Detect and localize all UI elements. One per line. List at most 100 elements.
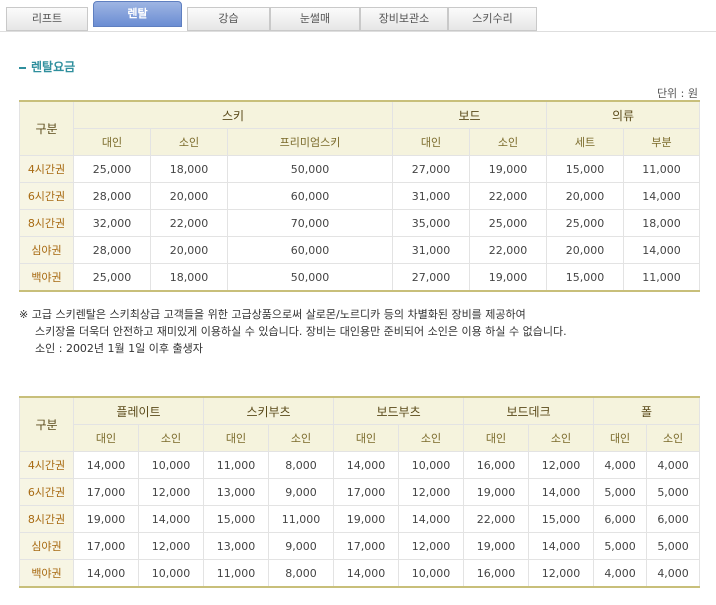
price-cell: 27,000 — [392, 263, 471, 292]
price-cell: 50,000 — [226, 263, 394, 292]
price-cell: 22,000 — [463, 505, 530, 533]
row-label: 6시간권 — [19, 182, 74, 210]
price-cell: 19,000 — [73, 505, 139, 533]
price-cell: 14,000 — [528, 478, 595, 506]
tab-sled[interactable]: 눈썰매 — [270, 7, 360, 31]
subheader-cell: 대인 — [73, 424, 139, 452]
price-cell: 15,000 — [546, 263, 625, 292]
price-cell: 13,000 — [203, 532, 270, 560]
price-cell: 10,000 — [137, 451, 205, 479]
price-cell: 22,000 — [150, 209, 228, 237]
rental-notes: ※ 고급 스키렌탈은 스키최상급 고객들을 위한 고급상품으로써 살로몬/노르디… — [19, 306, 699, 357]
price-cell: 22,000 — [469, 182, 548, 210]
price-cell: 14,000 — [333, 451, 400, 479]
price-cell: 25,000 — [73, 263, 151, 292]
price-cell: 12,000 — [137, 532, 205, 560]
subheader-cell: 대인 — [593, 424, 648, 452]
row-label: 8시간권 — [19, 505, 74, 533]
price-cell: 5,000 — [646, 532, 701, 560]
table-row: 심야권 28,000 20,000 60,000 31,000 22,000 20,000 1… — [19, 236, 701, 264]
price-cell: 60,000 — [226, 182, 394, 210]
subheader-cell: 소인 — [137, 424, 205, 452]
price-cell: 20,000 — [150, 182, 228, 210]
price-cell: 16,000 — [463, 451, 530, 479]
group-header: 보드부츠 — [333, 396, 465, 425]
table-row: 6시간권 28,000 20,000 60,000 31,000 22,000 20,000… — [19, 182, 701, 210]
tab-rental[interactable]: 렌탈 — [93, 1, 182, 27]
group-header: 보드 — [392, 100, 548, 129]
table-corner: 구분 — [19, 396, 74, 452]
price-cell: 17,000 — [333, 532, 400, 560]
price-cell: 25,000 — [73, 155, 151, 183]
subheader-cell: 대인 — [73, 128, 151, 156]
price-cell: 14,000 — [623, 236, 701, 264]
price-cell: 35,000 — [392, 209, 471, 237]
price-cell: 4,000 — [593, 451, 648, 479]
row-label: 백야권 — [19, 559, 74, 588]
table-row: 8시간권 19,000 14,000 15,000 11,000 19,000 14,000… — [19, 505, 701, 533]
subheader-cell: 소인 — [469, 128, 548, 156]
price-cell: 10,000 — [398, 559, 465, 588]
price-cell: 14,000 — [623, 182, 701, 210]
tab-underline — [0, 31, 716, 32]
price-cell: 17,000 — [73, 478, 139, 506]
subheader-cell: 부분 — [623, 128, 701, 156]
price-cell: 17,000 — [73, 532, 139, 560]
price-cell: 15,000 — [203, 505, 270, 533]
tab-lift[interactable]: 리프트 — [6, 7, 88, 31]
equipment-price-table: 구분 플레이트 스키부츠 보드부츠 보드데크 폴 대인 소인 대인 소인 대인 소인 대인 소… — [19, 396, 701, 588]
unit-label: 단위 : 원 — [656, 87, 698, 100]
price-cell: 17,000 — [333, 478, 400, 506]
price-cell: 11,000 — [203, 451, 270, 479]
subheader-cell: 소인 — [150, 128, 228, 156]
price-cell: 28,000 — [73, 182, 151, 210]
rental-price-table: 구분 스키 보드 의류 대인 소인 프리미엄스키 대인 소인 세트 부분 4시간권 25,00… — [19, 100, 701, 292]
tab-equipment-storage[interactable]: 장비보관소 — [360, 7, 448, 31]
price-cell: 20,000 — [546, 182, 625, 210]
subheader-cell: 소인 — [268, 424, 335, 452]
price-cell: 19,000 — [469, 155, 548, 183]
subheader-cell: 프리미엄스키 — [226, 128, 394, 156]
subheader-cell: 소인 — [646, 424, 701, 452]
row-label: 백야권 — [19, 263, 74, 292]
price-cell: 18,000 — [623, 209, 701, 237]
price-cell: 6,000 — [593, 505, 648, 533]
table-row: 4시간권 25,000 18,000 50,000 27,000 19,000 15,000… — [19, 155, 701, 183]
price-cell: 12,000 — [398, 532, 465, 560]
row-label: 심야권 — [19, 236, 74, 264]
price-cell: 32,000 — [73, 209, 151, 237]
tab-ski-repair[interactable]: 스키수리 — [448, 7, 537, 31]
tab-lesson[interactable]: 강습 — [187, 7, 270, 31]
price-cell: 14,000 — [137, 505, 205, 533]
price-cell: 12,000 — [137, 478, 205, 506]
price-cell: 11,000 — [268, 505, 335, 533]
price-cell: 8,000 — [268, 451, 335, 479]
subheader-cell: 대인 — [203, 424, 270, 452]
title-bar-icon — [19, 66, 26, 69]
price-cell: 4,000 — [593, 559, 648, 588]
price-cell: 25,000 — [469, 209, 548, 237]
price-cell: 50,000 — [226, 155, 394, 183]
price-cell: 19,000 — [463, 478, 530, 506]
group-header: 보드데크 — [463, 396, 595, 425]
price-cell: 12,000 — [528, 559, 595, 588]
price-cell: 20,000 — [546, 236, 625, 264]
group-header: 의류 — [546, 100, 701, 129]
price-cell: 8,000 — [268, 559, 335, 588]
price-cell: 12,000 — [398, 478, 465, 506]
price-cell: 14,000 — [73, 451, 139, 479]
subheader-cell: 대인 — [333, 424, 400, 452]
table-header-row: 구분 플레이트 스키부츠 보드부츠 보드데크 폴 — [19, 396, 701, 452]
price-cell: 12,000 — [528, 451, 595, 479]
price-cell: 31,000 — [392, 236, 471, 264]
table-subheader-row: 대인 소인 대인 소인 대인 소인 대인 소인 대인 소인 — [20, 424, 701, 452]
table-row: 백야권 25,000 18,000 50,000 27,000 19,000 15,000 1… — [19, 263, 701, 292]
price-cell: 4,000 — [646, 559, 701, 588]
note-line: 소인 : 2002년 1월 1일 이후 출생자 — [35, 342, 203, 355]
price-cell: 10,000 — [398, 451, 465, 479]
row-label: 4시간권 — [19, 451, 74, 479]
table-row: 백야권 14,000 10,000 11,000 8,000 14,000 10,000 16… — [19, 559, 701, 588]
group-header: 스키부츠 — [203, 396, 335, 425]
price-cell: 19,000 — [333, 505, 400, 533]
price-cell: 20,000 — [150, 236, 228, 264]
